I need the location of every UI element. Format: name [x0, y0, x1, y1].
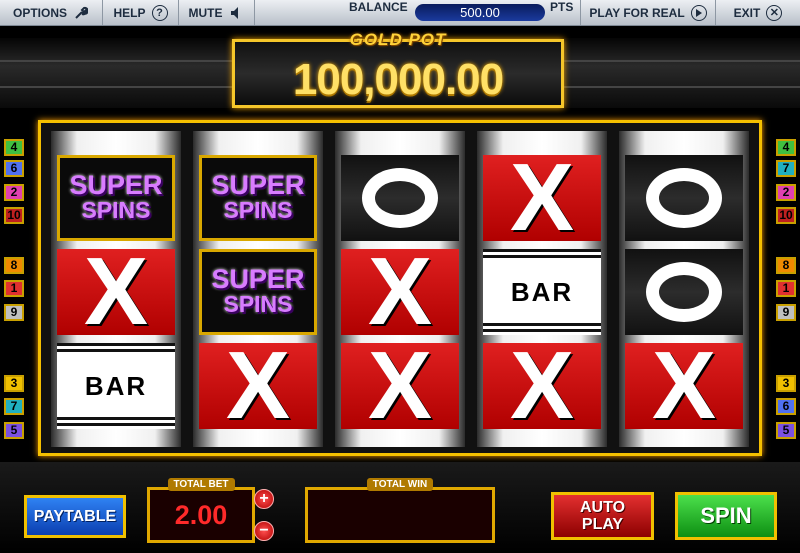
total-win-display: TOTAL WIN	[305, 478, 495, 543]
symbol-x: X	[483, 338, 601, 434]
symbol-x-glyph: X	[367, 238, 433, 345]
payline-marker: 6	[4, 160, 24, 177]
play-for-real-label: PLAY FOR REAL	[589, 5, 685, 20]
reel-1: SUPER SPINS X BAR	[51, 131, 181, 447]
payline-marker: 5	[776, 422, 796, 439]
payline-marker: 3	[776, 375, 796, 392]
mute-label: MUTE	[188, 5, 223, 20]
payline-marker: 2	[4, 184, 24, 201]
speaker-icon	[229, 5, 245, 21]
autoplay-label-line1: AUTO	[579, 499, 626, 516]
gold-pot-display: GOLD POT 100,000.00	[232, 30, 564, 108]
symbol-o	[625, 249, 743, 335]
payline-marker: 7	[776, 160, 796, 177]
autoplay-label-line2: PLAY	[581, 516, 624, 533]
options-button[interactable]: OPTIONS	[0, 0, 103, 25]
spin-button[interactable]: SPIN	[675, 492, 777, 540]
symbol-x: X	[625, 338, 743, 434]
bet-increase-button[interactable]: +	[254, 489, 274, 509]
symbol-x: X	[57, 244, 175, 340]
exit-button[interactable]: EXIT ✕	[716, 0, 800, 25]
symbol-x-glyph: X	[509, 332, 575, 439]
symbol-x-glyph: X	[367, 332, 433, 439]
bet-decrease-button[interactable]: −	[254, 521, 274, 541]
play-icon	[690, 4, 707, 21]
reel-5: X	[619, 131, 749, 447]
payline-marker: 10	[776, 207, 796, 224]
total-bet-display: TOTAL BET 2.00	[147, 478, 255, 543]
total-win-label: TOTAL WIN	[366, 478, 434, 491]
balance-value: 500.00	[415, 4, 545, 21]
reel-4: X BAR X	[477, 131, 607, 447]
total-bet-value: 2.00	[174, 500, 228, 530]
symbol-x-glyph: X	[225, 332, 291, 439]
options-label: OPTIONS	[12, 5, 67, 20]
spins-text: SPINS	[223, 197, 293, 223]
help-label: HELP	[113, 5, 146, 20]
payline-marker: 7	[4, 398, 24, 415]
symbol-x-glyph: X	[509, 144, 575, 251]
symbol-o-ring	[362, 168, 438, 228]
payline-marker: 9	[776, 304, 796, 321]
close-icon: ✕	[766, 4, 783, 21]
symbol-super-spins: SUPER SPINS	[199, 155, 317, 241]
symbol-bar: BAR	[57, 343, 175, 429]
gold-pot-amount: 100,000.00	[292, 55, 504, 104]
symbol-x-glyph: X	[651, 332, 717, 439]
paytable-button[interactable]: PAYTABLE	[24, 495, 126, 538]
payline-marker: 5	[4, 422, 24, 439]
symbol-x: X	[483, 150, 601, 246]
play-for-real-button[interactable]: PLAY FOR REAL	[580, 0, 716, 25]
payline-marker: 1	[4, 280, 24, 297]
payline-marker: 8	[4, 257, 24, 274]
balance-unit: PTS	[550, 0, 574, 14]
payline-marker: 8	[776, 257, 796, 274]
gold-pot-label: GOLD POT	[349, 30, 447, 49]
symbol-bar-text: BAR	[84, 370, 148, 401]
symbol-o-ring	[646, 168, 722, 228]
help-button[interactable]: HELP ?	[103, 0, 179, 25]
symbol-super-spins: SUPER SPINS	[57, 155, 175, 241]
autoplay-button[interactable]: AUTO PLAY	[551, 492, 654, 540]
super-text: SUPER	[69, 170, 163, 200]
total-bet-label: TOTAL BET	[167, 478, 235, 491]
symbol-o	[625, 155, 743, 241]
payline-marker: 4	[4, 139, 24, 156]
question-icon: ?	[151, 4, 168, 21]
symbol-x: X	[341, 338, 459, 434]
symbol-super-spins: SUPER SPINS	[199, 249, 317, 335]
reel-2: SUPER SPINS SUPER SPINS X	[193, 131, 323, 447]
symbol-x-glyph: X	[83, 238, 149, 345]
symbol-o-ring	[646, 262, 722, 322]
payline-marker: 10	[4, 207, 24, 224]
payline-marker: 2	[776, 184, 796, 201]
top-bar: OPTIONS HELP ? MUTE BALANCE 500.00 PTS P…	[0, 0, 800, 26]
exit-label: EXIT	[733, 5, 761, 20]
payline-marker: 9	[4, 304, 24, 321]
super-text: SUPER	[211, 170, 305, 200]
symbol-bar-text: BAR	[510, 276, 574, 307]
spins-text: SPINS	[223, 291, 293, 317]
reel-area: SUPER SPINS X BAR SUPER SPINS SUPER SPINS X X X X BA…	[38, 120, 762, 456]
wrench-icon	[73, 5, 89, 21]
mute-button[interactable]: MUTE	[179, 0, 255, 25]
payline-marker: 1	[776, 280, 796, 297]
payline-marker: 3	[4, 375, 24, 392]
payline-marker: 6	[776, 398, 796, 415]
payline-marker: 4	[776, 139, 796, 156]
symbol-x: X	[341, 244, 459, 340]
symbol-bar: BAR	[483, 249, 601, 335]
symbol-x: X	[199, 338, 317, 434]
spins-text: SPINS	[81, 197, 151, 223]
reel-3: XX	[335, 131, 465, 447]
super-text: SUPER	[211, 264, 305, 294]
balance-label: BALANCE	[349, 0, 408, 14]
symbol-o	[341, 155, 459, 241]
